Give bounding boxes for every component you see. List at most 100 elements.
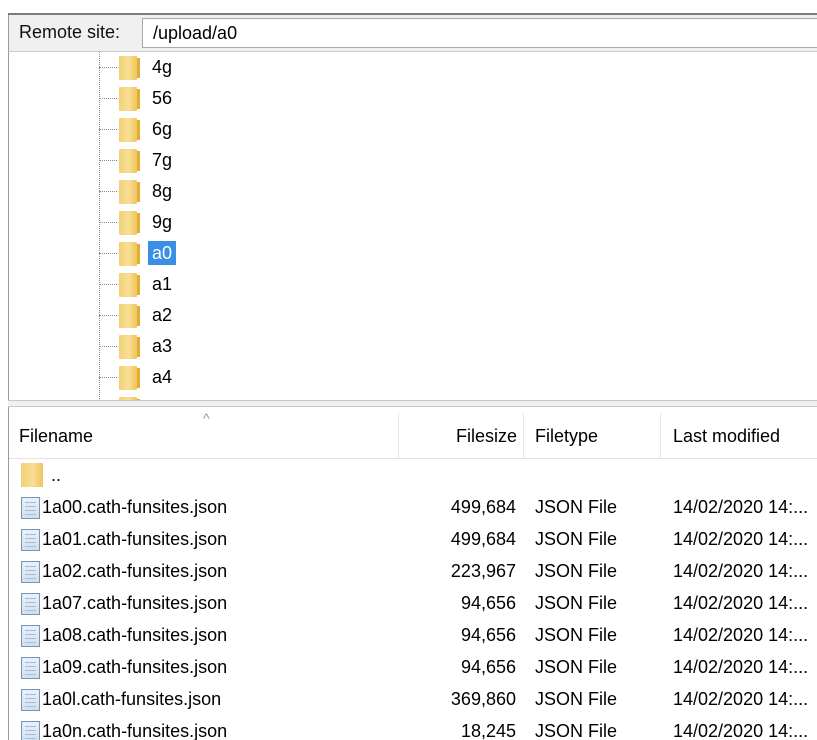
tree-item-label: a1 bbox=[152, 274, 173, 294]
tree-item-4g[interactable]: 4g bbox=[9, 52, 809, 83]
remote-file-list[interactable]: ^ Filename Filesize Filetype Last modifi… bbox=[8, 407, 817, 740]
json-file-icon bbox=[21, 561, 40, 583]
column-divider[interactable] bbox=[523, 413, 524, 459]
file-last-modified: 14/02/2020 14:... bbox=[673, 721, 809, 740]
tree-connector-line bbox=[99, 315, 117, 316]
file-name: 1a07.cath-funsites.json bbox=[42, 593, 228, 613]
panel-splitter[interactable] bbox=[8, 400, 817, 407]
file-row[interactable]: 1a09.cath-funsites.json 94,656 JSON File 14… bbox=[9, 651, 817, 683]
tree-connector-line bbox=[99, 377, 117, 378]
tree-connector-line bbox=[99, 160, 117, 161]
tree-item-label: 4g bbox=[152, 57, 173, 77]
remote-directory-tree[interactable]: 4g 56 6g 7g 8g 9g a0 a1 a2 a3 a4 bbox=[8, 51, 817, 400]
tree-connector-line bbox=[99, 222, 117, 223]
column-header-last-modified[interactable]: Last modified bbox=[673, 407, 817, 459]
file-row[interactable]: 1a01.cath-funsites.json 499,684 JSON File 1… bbox=[9, 523, 817, 555]
column-divider[interactable] bbox=[660, 413, 661, 459]
tree-item-label: a3 bbox=[152, 336, 173, 356]
json-file-icon bbox=[21, 593, 40, 615]
tree-item-label: a2 bbox=[152, 305, 173, 325]
tree-item-a2[interactable]: a2 bbox=[9, 300, 809, 331]
tree-item-label: 9g bbox=[152, 212, 173, 232]
tree-item-label: 56 bbox=[152, 88, 173, 108]
file-size: 94,656 bbox=[460, 593, 516, 613]
folder-icon bbox=[21, 463, 43, 487]
file-size: 499,684 bbox=[450, 497, 516, 517]
remote-site-label: Remote site: bbox=[19, 22, 121, 42]
tree-item-label: 7g bbox=[152, 150, 173, 170]
file-name: 1a00.cath-funsites.json bbox=[42, 497, 228, 517]
folder-icon bbox=[119, 56, 140, 80]
file-size: 369,860 bbox=[450, 689, 516, 709]
tree-item-a1[interactable]: a1 bbox=[9, 269, 809, 300]
tree-connector-line bbox=[99, 284, 117, 285]
file-row[interactable]: 1a02.cath-funsites.json 223,967 JSON File 1… bbox=[9, 555, 817, 587]
file-type: JSON File bbox=[535, 689, 618, 709]
tree-item-label: 8g bbox=[152, 181, 173, 201]
tree-item-a4[interactable]: a4 bbox=[9, 362, 809, 393]
file-type: JSON File bbox=[535, 561, 618, 581]
file-last-modified: 14/02/2020 14:... bbox=[673, 529, 809, 549]
parent-directory-row[interactable]: .. bbox=[9, 459, 817, 491]
file-last-modified: 14/02/2020 14:... bbox=[673, 625, 809, 645]
file-list-header: ^ Filename Filesize Filetype Last modifi… bbox=[9, 407, 817, 459]
file-type: JSON File bbox=[535, 529, 618, 549]
tree-item-label: a0 bbox=[148, 241, 177, 265]
file-row[interactable]: 1a0l.cath-funsites.json 369,860 JSON File 1… bbox=[9, 683, 817, 715]
column-header-filename[interactable]: Filename bbox=[19, 407, 399, 459]
json-file-icon bbox=[21, 689, 40, 711]
file-last-modified: 14/02/2020 14:... bbox=[673, 561, 809, 581]
tree-item-6g[interactable]: 6g bbox=[9, 114, 809, 145]
file-last-modified: 14/02/2020 14:... bbox=[673, 657, 809, 677]
file-row[interactable]: 1a00.cath-funsites.json 499,684 JSON File 1… bbox=[9, 491, 817, 523]
json-file-icon bbox=[21, 657, 40, 679]
folder-icon bbox=[119, 180, 140, 204]
file-type: JSON File bbox=[535, 657, 618, 677]
folder-icon bbox=[119, 335, 140, 359]
folder-icon bbox=[119, 273, 140, 297]
column-header-filetype[interactable]: Filetype bbox=[535, 407, 655, 459]
tree-item-label: a4 bbox=[152, 367, 173, 387]
folder-icon bbox=[119, 366, 140, 390]
tree-item-7g[interactable]: 7g bbox=[9, 145, 809, 176]
remote-site-path-input[interactable]: /upload/a0 bbox=[142, 18, 817, 48]
file-last-modified: 14/02/2020 14:... bbox=[673, 689, 809, 709]
folder-icon bbox=[119, 211, 140, 235]
tree-item-label: 6g bbox=[152, 119, 173, 139]
tree-item-a3[interactable]: a3 bbox=[9, 331, 809, 362]
file-last-modified: 14/02/2020 14:... bbox=[673, 497, 809, 517]
folder-icon bbox=[119, 242, 140, 266]
folder-icon bbox=[119, 149, 140, 173]
file-name: 1a02.cath-funsites.json bbox=[42, 561, 228, 581]
json-file-icon bbox=[21, 497, 40, 519]
tree-connector-line bbox=[99, 67, 117, 68]
file-name: 1a0n.cath-funsites.json bbox=[42, 721, 228, 740]
folder-icon bbox=[119, 118, 140, 142]
tree-item-a0[interactable]: a0 bbox=[9, 238, 809, 269]
tree-item-8g[interactable]: 8g bbox=[9, 176, 809, 207]
tree-item-56[interactable]: 56 bbox=[9, 83, 809, 114]
tree-connector-line bbox=[99, 253, 117, 254]
folder-icon bbox=[119, 87, 140, 111]
tree-item-9g[interactable]: 9g bbox=[9, 207, 809, 238]
tree-connector-line bbox=[99, 129, 117, 130]
tree-item-partial bbox=[9, 393, 809, 400]
file-row[interactable]: 1a07.cath-funsites.json 94,656 JSON File 14… bbox=[9, 587, 817, 619]
file-type: JSON File bbox=[535, 721, 618, 740]
parent-directory-label: .. bbox=[51, 465, 62, 485]
column-header-filesize[interactable]: Filesize bbox=[399, 407, 517, 459]
file-size: 94,656 bbox=[460, 657, 516, 677]
file-name: 1a09.cath-funsites.json bbox=[42, 657, 228, 677]
file-name: 1a01.cath-funsites.json bbox=[42, 529, 228, 549]
folder-icon bbox=[119, 304, 140, 328]
file-last-modified: 14/02/2020 14:... bbox=[673, 593, 809, 613]
file-size: 94,656 bbox=[460, 625, 516, 645]
top-margin bbox=[0, 0, 817, 13]
file-row[interactable]: 1a0n.cath-funsites.json 18,245 JSON File 14… bbox=[9, 715, 817, 740]
file-size: 499,684 bbox=[450, 529, 516, 549]
tree-connector-line bbox=[99, 346, 117, 347]
file-row[interactable]: 1a08.cath-funsites.json 94,656 JSON File 14… bbox=[9, 619, 817, 651]
tree-connector-line bbox=[99, 98, 117, 99]
remote-site-bar: Remote site: /upload/a0 bbox=[8, 15, 817, 51]
file-type: JSON File bbox=[535, 497, 618, 517]
